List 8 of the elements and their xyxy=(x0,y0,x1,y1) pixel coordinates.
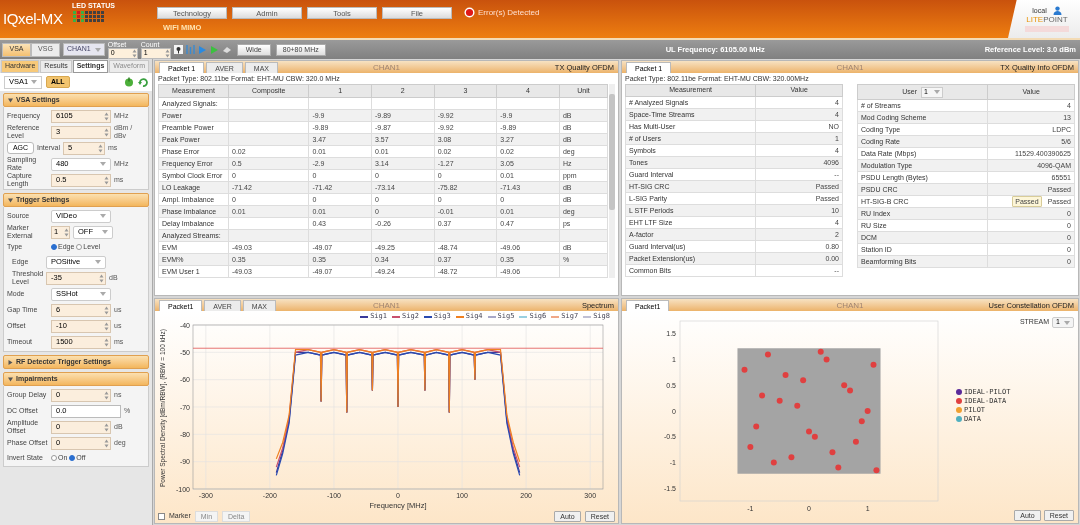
brand-logo-part: POINT xyxy=(1043,15,1068,25)
error-status: Error(s) Detected xyxy=(478,7,540,18)
channel-label: CHAN1 xyxy=(372,62,401,73)
channel-label: CHAN1 xyxy=(836,62,864,73)
app-logo: IQxel-MX xyxy=(2,8,64,29)
brand-logo-part: LITE xyxy=(1026,15,1044,25)
channel-label: CHAN1 xyxy=(372,300,401,311)
channel-label: CHAN1 xyxy=(836,300,864,311)
